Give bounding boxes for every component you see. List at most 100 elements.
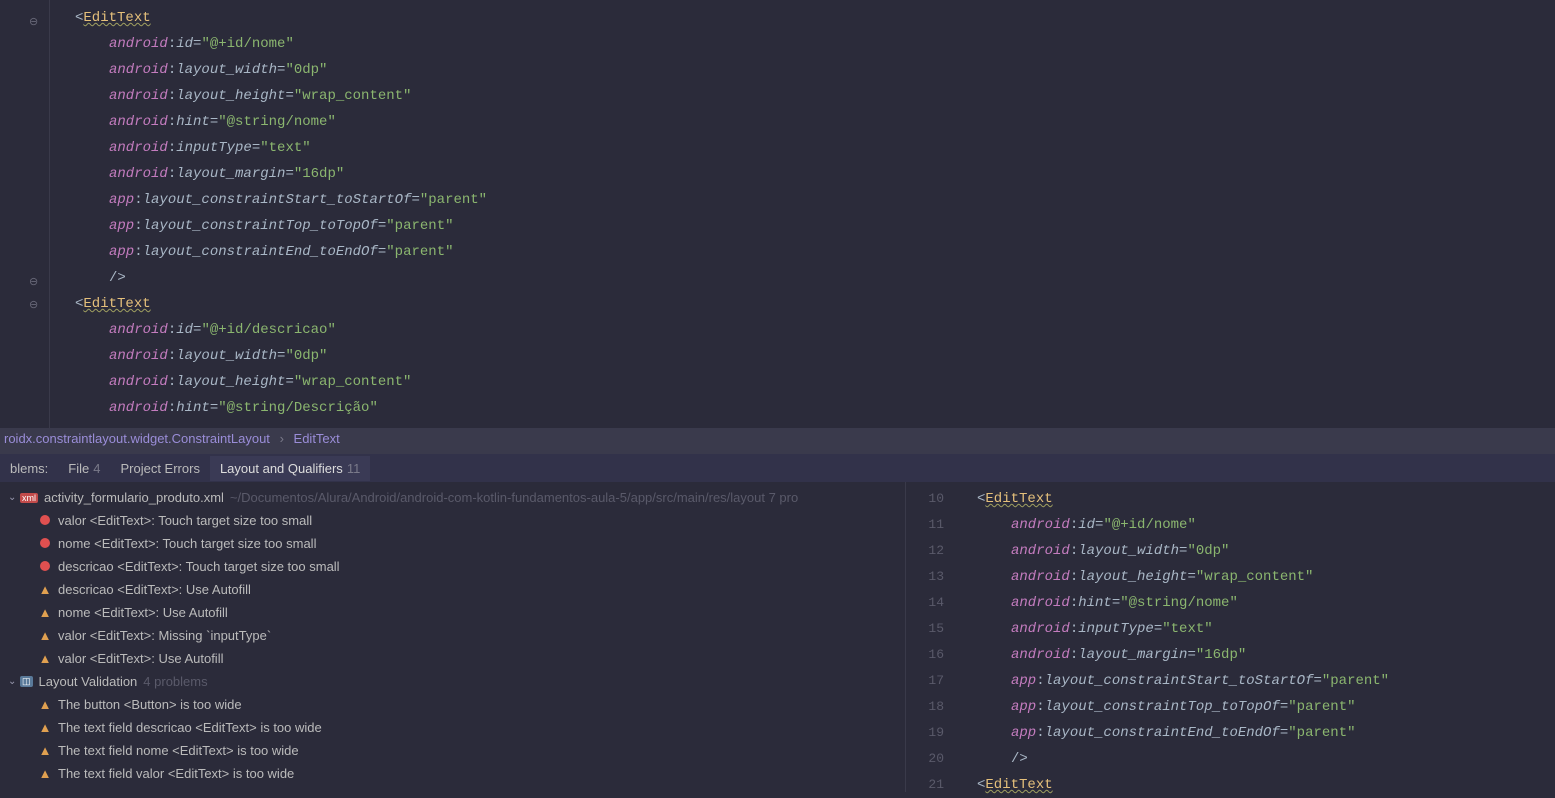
line-number[interactable]: 12	[906, 538, 944, 564]
chevron-down-icon[interactable]: ⌄	[8, 492, 18, 503]
code-line[interactable]: android:inputType="text"	[75, 135, 1555, 161]
line-number[interactable]: 17	[906, 668, 944, 694]
code-line[interactable]: />	[977, 746, 1555, 772]
code-line[interactable]: android:hint="@string/nome"	[75, 109, 1555, 135]
token-attr: id	[176, 36, 193, 52]
token-attr: hint	[1078, 595, 1112, 611]
preview-code[interactable]: <EditTextandroid:id="@+id/nome"android:l…	[952, 482, 1555, 792]
chevron-down-icon[interactable]: ⌄	[8, 676, 18, 687]
code-line[interactable]: app:layout_constraintStart_toStartOf="pa…	[75, 187, 1555, 213]
code-line[interactable]: android:id="@+id/nome"	[977, 512, 1555, 538]
layout-icon: ◫	[20, 676, 33, 687]
token-ns: android	[1011, 543, 1070, 559]
problems-tab-layout-and-qualifiers[interactable]: Layout and Qualifiers11	[210, 456, 370, 481]
line-number[interactable]: 15	[906, 616, 944, 642]
problems-label: blems:	[0, 456, 58, 481]
code-line[interactable]: android:hint="@string/Descrição"	[75, 395, 1555, 421]
code-line[interactable]: android:id="@+id/descricao"	[75, 317, 1555, 343]
editor-code[interactable]: <EditTextandroid:id="@+id/nome"android:l…	[50, 0, 1555, 428]
breadcrumb[interactable]: roidx.constraintlayout.widget.Constraint…	[0, 428, 1555, 454]
code-line[interactable]: app:layout_constraintEnd_toEndOf="parent…	[977, 720, 1555, 746]
tree-item[interactable]: ▲valor <EditText>: Missing `inputType`	[0, 624, 905, 647]
token-attr: layout_margin	[1078, 647, 1187, 663]
line-number[interactable]: 10	[906, 486, 944, 512]
token-str: "@+id/nome"	[201, 36, 293, 52]
code-line[interactable]: android:layout_width="0dp"	[75, 343, 1555, 369]
tree-item[interactable]: ▲ The text field valor <EditText> is too …	[0, 762, 905, 785]
tree-item[interactable]: valor <EditText>: Touch target size too …	[0, 509, 905, 532]
problems-toolbar: blems: File4Project ErrorsLayout and Qua…	[0, 454, 1555, 482]
line-number[interactable]: 18	[906, 694, 944, 720]
code-line[interactable]: app:layout_constraintEnd_toEndOf="parent…	[75, 239, 1555, 265]
token-attr: layout_constraintStart_toStartOf	[143, 192, 412, 208]
tree-item[interactable]: ▲nome <EditText>: Use Autofill	[0, 601, 905, 624]
code-line[interactable]: />	[75, 265, 1555, 291]
code-line[interactable]: <EditText	[977, 486, 1555, 512]
breadcrumb-leaf[interactable]: EditText	[294, 431, 340, 446]
tree-item-text: valor <EditText>: Use Autofill	[58, 651, 223, 666]
line-number[interactable]: 20	[906, 746, 944, 772]
token-ns: app	[109, 244, 134, 260]
line-number[interactable]: 11	[906, 512, 944, 538]
code-line[interactable]: android:layout_height="wrap_content"	[75, 83, 1555, 109]
token-str: "16dp"	[1196, 647, 1246, 663]
code-line[interactable]: android:layout_margin="16dp"	[75, 161, 1555, 187]
tree-item-text: The button <Button> is too wide	[58, 697, 242, 712]
code-line[interactable]: android:layout_width="0dp"	[75, 57, 1555, 83]
fold-icon[interactable]: ⊖	[29, 275, 38, 289]
fold-icon[interactable]: ⊖	[29, 298, 38, 312]
problems-tab-project-errors[interactable]: Project Errors	[110, 456, 209, 481]
editor-gutter[interactable]: ⊖ ⊖ ⊖	[0, 0, 50, 428]
problems-tab-file[interactable]: File4	[58, 456, 110, 481]
tree-item[interactable]: ▲The button <Button> is too wide	[0, 693, 905, 716]
code-line[interactable]: app:layout_constraintTop_toTopOf="parent…	[977, 694, 1555, 720]
code-preview[interactable]: 101112131415161718192021 <EditTextandroi…	[905, 482, 1555, 792]
code-line[interactable]: app:layout_constraintStart_toStartOf="pa…	[977, 668, 1555, 694]
code-line[interactable]: android:layout_margin="16dp"	[977, 642, 1555, 668]
token-attr: hint	[176, 114, 210, 130]
tree-item[interactable]: ▲The text field nome <EditText> is too w…	[0, 739, 905, 762]
token-op: :	[1036, 673, 1044, 689]
code-line[interactable]: <EditText	[75, 291, 1555, 317]
token-op: :	[134, 244, 142, 260]
token-ns: android	[1011, 647, 1070, 663]
token-op: :	[168, 62, 176, 78]
tree-item[interactable]: ▲The text field descricao <EditText> is …	[0, 716, 905, 739]
line-number[interactable]: 21	[906, 772, 944, 798]
token-op: :	[1070, 621, 1078, 637]
token-tagyellow: EditText	[985, 491, 1052, 507]
problems-tree[interactable]: ⌄xmlactivity_formulario_produto.xml~/Doc…	[0, 482, 905, 792]
token-str: "parent"	[1322, 673, 1389, 689]
line-number[interactable]: 14	[906, 590, 944, 616]
tree-item[interactable]: ▲descricao <EditText>: Use Autofill	[0, 578, 905, 601]
code-line[interactable]: <EditText	[75, 5, 1555, 31]
tree-item[interactable]: descricao <EditText>: Touch target size …	[0, 555, 905, 578]
line-number[interactable]: 19	[906, 720, 944, 746]
breadcrumb-root[interactable]: roidx.constraintlayout.widget.Constraint…	[4, 431, 270, 446]
tree-group[interactable]: ⌄◫Layout Validation4 problems	[0, 670, 905, 693]
tree-item-text: The text field valor <EditText> is too w…	[58, 766, 294, 781]
token-op: :	[168, 400, 176, 416]
code-line[interactable]: android:layout_height="wrap_content"	[75, 369, 1555, 395]
line-number[interactable]: 13	[906, 564, 944, 590]
code-line[interactable]: android:hint="@string/nome"	[977, 590, 1555, 616]
fold-icon[interactable]: ⊖	[29, 15, 38, 29]
tree-group[interactable]: ⌄xmlactivity_formulario_produto.xml~/Doc…	[0, 486, 905, 509]
code-line[interactable]: android:layout_width="0dp"	[977, 538, 1555, 564]
tree-item[interactable]: nome <EditText>: Touch target size too s…	[0, 532, 905, 555]
main-editor[interactable]: ⊖⊖⊖ <EditTextandroid:id="@+id/nome"andro…	[0, 0, 1555, 428]
token-str: "parent"	[1288, 699, 1355, 715]
warning-icon: ▲	[38, 766, 52, 781]
token-ns: android	[109, 400, 168, 416]
code-line[interactable]: app:layout_constraintTop_toTopOf="parent…	[75, 213, 1555, 239]
tree-item-subtext: ~/Documentos/Alura/Android/android-com-k…	[230, 490, 798, 505]
preview-gutter[interactable]: 101112131415161718192021	[906, 482, 952, 792]
code-line[interactable]: android:inputType="text"	[977, 616, 1555, 642]
line-number[interactable]: 16	[906, 642, 944, 668]
code-line[interactable]: <EditText	[977, 772, 1555, 798]
code-line[interactable]: android:layout_height="wrap_content"	[977, 564, 1555, 590]
tree-item[interactable]: ▲valor <EditText>: Use Autofill	[0, 647, 905, 670]
token-ns: android	[1011, 621, 1070, 637]
code-line[interactable]: android:id="@+id/nome"	[75, 31, 1555, 57]
tree-item-text: descricao <EditText>: Touch target size …	[58, 559, 340, 574]
